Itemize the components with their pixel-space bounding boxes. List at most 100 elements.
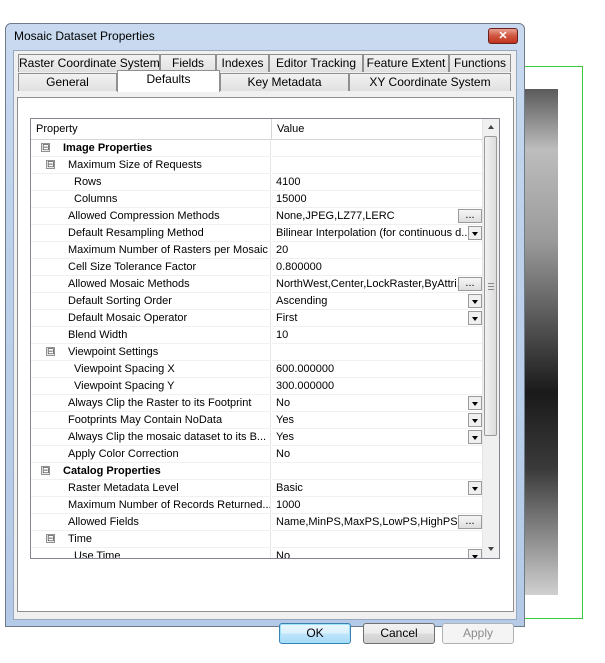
scroll-thumb[interactable] bbox=[484, 136, 497, 436]
dropdown-arrow-icon[interactable] bbox=[468, 430, 482, 444]
property-cell[interactable]: Blend Width bbox=[31, 327, 271, 344]
grid-row[interactable]: Maximum Number of Rasters per Mosaic 20 bbox=[31, 242, 483, 259]
tab-key-metadata[interactable]: Key Metadata bbox=[220, 73, 349, 91]
value-cell[interactable]: 0.800000 bbox=[272, 259, 483, 276]
property-cell[interactable]: Apply Color Correction bbox=[31, 446, 271, 463]
property-cell[interactable]: Allowed Mosaic Methods bbox=[31, 276, 271, 293]
dropdown-arrow-icon[interactable] bbox=[468, 311, 482, 325]
grid-row[interactable]: ⊟ Viewpoint Settings bbox=[31, 344, 483, 361]
grid-row[interactable]: Cell Size Tolerance Factor 0.800000 bbox=[31, 259, 483, 276]
value-cell[interactable]: 10 bbox=[272, 327, 483, 344]
property-cell[interactable]: Columns bbox=[31, 191, 271, 208]
dropdown-arrow-icon[interactable] bbox=[468, 226, 482, 240]
cancel-button[interactable]: Cancel bbox=[363, 623, 435, 644]
value-cell[interactable]: First bbox=[272, 310, 483, 327]
value-cell[interactable]: Basic bbox=[272, 480, 483, 497]
property-cell[interactable]: Rows bbox=[31, 174, 271, 191]
property-cell[interactable]: ⊟ Viewpoint Settings bbox=[31, 344, 271, 361]
title-bar[interactable]: Mosaic Dataset Properties ✕ bbox=[6, 24, 524, 48]
property-cell[interactable]: ⊟ Image Properties bbox=[31, 140, 271, 157]
grid-row[interactable]: Footprints May Contain NoData Yes bbox=[31, 412, 483, 429]
property-cell[interactable]: ⊟ Catalog Properties bbox=[31, 463, 271, 480]
value-cell[interactable]: Name,MinPS,MaxPS,LowPS,HighPS,Ta...... bbox=[272, 514, 483, 531]
grid-row[interactable]: Rows 4100 bbox=[31, 174, 483, 191]
grid-row[interactable]: Default Resampling Method Bilinear Interp… bbox=[31, 225, 483, 242]
tab-functions[interactable]: Functions bbox=[449, 54, 511, 72]
property-cell[interactable]: Footprints May Contain NoData bbox=[31, 412, 271, 429]
property-cell[interactable]: Allowed Fields bbox=[31, 514, 271, 531]
grid-row[interactable]: ⊟ Maximum Size of Requests bbox=[31, 157, 483, 174]
value-cell[interactable] bbox=[272, 344, 483, 361]
grid-row[interactable]: Raster Metadata Level Basic bbox=[31, 480, 483, 497]
dropdown-arrow-icon[interactable] bbox=[468, 396, 482, 410]
value-cell[interactable]: 1000 bbox=[272, 497, 483, 514]
value-cell[interactable]: NorthWest,Center,LockRaster,ByAttri.....… bbox=[272, 276, 483, 293]
property-cell[interactable]: Default Resampling Method bbox=[31, 225, 271, 242]
apply-button[interactable]: Apply bbox=[442, 623, 514, 644]
grid-row[interactable]: Default Sorting Order Ascending bbox=[31, 293, 483, 310]
vertical-scrollbar[interactable] bbox=[482, 119, 499, 558]
property-cell[interactable]: Always Clip the Raster to its Footprint bbox=[31, 395, 271, 412]
tab-defaults[interactable]: Defaults bbox=[117, 70, 220, 92]
grid-row[interactable]: Use Time No bbox=[31, 548, 483, 558]
tab-editor-tracking[interactable]: Editor Tracking bbox=[269, 54, 363, 72]
value-cell[interactable] bbox=[272, 531, 483, 548]
value-cell[interactable] bbox=[272, 157, 483, 174]
grid-row[interactable]: Viewpoint Spacing Y 300.000000 bbox=[31, 378, 483, 395]
tab-xy-coordinate-system[interactable]: XY Coordinate System bbox=[349, 73, 511, 91]
grid-row[interactable]: Blend Width 10 bbox=[31, 327, 483, 344]
property-cell[interactable]: Default Sorting Order bbox=[31, 293, 271, 310]
property-cell[interactable]: Viewpoint Spacing X bbox=[31, 361, 271, 378]
property-cell[interactable]: Always Clip the mosaic dataset to its B.… bbox=[31, 429, 271, 446]
value-cell[interactable]: 15000 bbox=[272, 191, 483, 208]
grid-row[interactable]: Viewpoint Spacing X 600.000000 bbox=[31, 361, 483, 378]
grid-row[interactable]: Allowed Compression Methods None,JPEG,LZ7… bbox=[31, 208, 483, 225]
value-cell[interactable]: Ascending bbox=[272, 293, 483, 310]
grid-row[interactable]: ⊟ Image Properties bbox=[31, 140, 483, 157]
dropdown-arrow-icon[interactable] bbox=[468, 294, 482, 308]
property-cell[interactable]: Maximum Number of Records Returned... bbox=[31, 497, 271, 514]
value-cell[interactable]: Yes bbox=[272, 429, 483, 446]
grid-row[interactable]: Always Clip the mosaic dataset to its B.… bbox=[31, 429, 483, 446]
property-cell[interactable]: Viewpoint Spacing Y bbox=[31, 378, 271, 395]
value-cell[interactable]: 4100 bbox=[272, 174, 483, 191]
header-value[interactable]: Value bbox=[272, 119, 483, 139]
grid-row[interactable]: Maximum Number of Records Returned... 100… bbox=[31, 497, 483, 514]
ellipsis-button[interactable]: ... bbox=[458, 515, 482, 529]
property-cell[interactable]: Cell Size Tolerance Factor bbox=[31, 259, 271, 276]
value-cell[interactable]: 20 bbox=[272, 242, 483, 259]
dropdown-arrow-icon[interactable] bbox=[468, 481, 482, 495]
header-property[interactable]: Property bbox=[31, 119, 271, 139]
collapse-toggle-icon[interactable]: ⊟ bbox=[41, 143, 50, 152]
collapse-toggle-icon[interactable]: ⊟ bbox=[46, 347, 55, 356]
value-cell[interactable] bbox=[272, 463, 483, 480]
value-cell[interactable]: None,JPEG,LZ77,LERC... bbox=[272, 208, 483, 225]
value-cell[interactable]: No bbox=[272, 395, 483, 412]
scroll-down-icon[interactable] bbox=[483, 541, 499, 558]
grid-row[interactable]: Apply Color Correction No bbox=[31, 446, 483, 463]
value-cell[interactable]: No bbox=[272, 446, 483, 463]
grid-row[interactable]: Allowed Mosaic Methods NorthWest,Center,L… bbox=[31, 276, 483, 293]
grid-row[interactable]: Allowed Fields Name,MinPS,MaxPS,LowPS,Hig… bbox=[31, 514, 483, 531]
property-cell[interactable]: Allowed Compression Methods bbox=[31, 208, 271, 225]
close-button[interactable]: ✕ bbox=[488, 28, 518, 44]
property-cell[interactable]: Use Time bbox=[31, 548, 271, 558]
grid-row[interactable]: Columns 15000 bbox=[31, 191, 483, 208]
property-cell[interactable]: Default Mosaic Operator bbox=[31, 310, 271, 327]
grid-row[interactable]: ⊟ Time bbox=[31, 531, 483, 548]
grid-row[interactable]: ⊟ Catalog Properties bbox=[31, 463, 483, 480]
scroll-up-icon[interactable] bbox=[483, 119, 499, 136]
collapse-toggle-icon[interactable]: ⊟ bbox=[46, 160, 55, 169]
property-cell[interactable]: ⊟ Time bbox=[31, 531, 271, 548]
property-cell[interactable]: ⊟ Maximum Size of Requests bbox=[31, 157, 271, 174]
collapse-toggle-icon[interactable]: ⊟ bbox=[46, 534, 55, 543]
value-cell[interactable]: Bilinear Interpolation (for continuous d… bbox=[272, 225, 483, 242]
grid-row[interactable]: Always Clip the Raster to its Footprint N… bbox=[31, 395, 483, 412]
tab-indexes[interactable]: Indexes bbox=[216, 54, 269, 72]
property-cell[interactable]: Raster Metadata Level bbox=[31, 480, 271, 497]
property-cell[interactable]: Maximum Number of Rasters per Mosaic bbox=[31, 242, 271, 259]
value-cell[interactable]: No bbox=[272, 548, 483, 558]
value-cell[interactable] bbox=[272, 140, 483, 157]
grid-row[interactable]: Default Mosaic Operator First bbox=[31, 310, 483, 327]
tab-general[interactable]: General bbox=[18, 73, 117, 91]
